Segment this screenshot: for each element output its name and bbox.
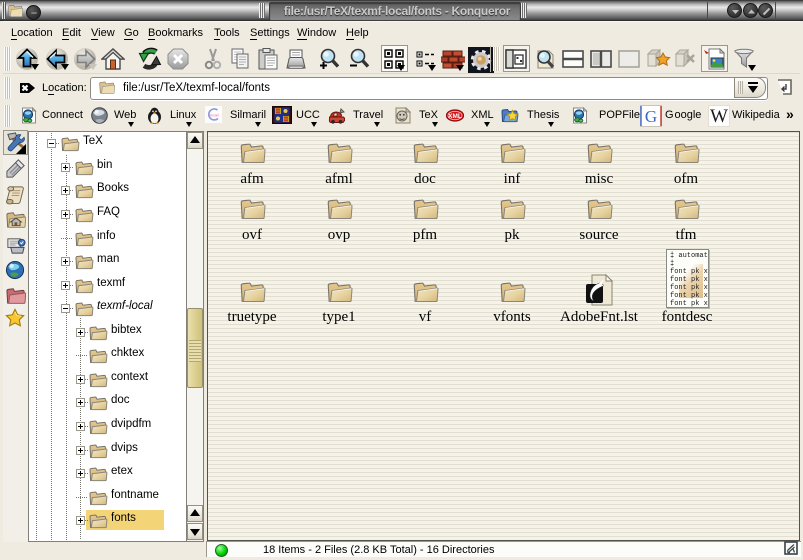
svg-text:G: G — [645, 107, 657, 126]
svg-text:W: W — [710, 106, 728, 127]
svg-text:XML: XML — [448, 113, 462, 120]
svg-text:silmaril: silmaril — [209, 114, 219, 118]
